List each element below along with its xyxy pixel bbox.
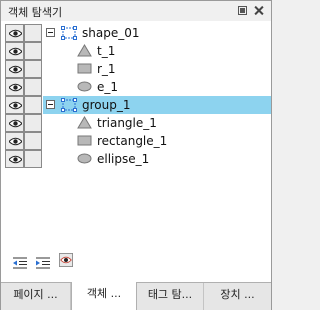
lock-toggle[interactable] [24, 24, 42, 42]
outdent-icon[interactable] [12, 256, 28, 270]
eye-icon [9, 101, 22, 110]
eye-icon [9, 119, 22, 128]
visibility-toggle[interactable] [5, 60, 24, 78]
panel-titlebar: 객체 탐색기 [1, 1, 271, 21]
close-icon[interactable] [254, 6, 263, 15]
ellipse-icon [77, 81, 92, 92]
tree-row-label: e_1 [97, 80, 119, 94]
visibility-toggle[interactable] [5, 42, 24, 60]
visibility-toggle[interactable] [5, 24, 24, 42]
tree-row-label: rectangle_1 [97, 134, 168, 148]
tab-page[interactable]: 페이지 ... [1, 283, 71, 310]
tab-tag-explorer[interactable]: 태그 탐... [137, 283, 204, 310]
visibility-toggle[interactable] [5, 150, 24, 168]
selection-highlight [43, 96, 271, 114]
tree-row-e-1[interactable]: e_1 [1, 78, 271, 96]
eye-icon [9, 65, 22, 74]
restore-icon[interactable] [238, 6, 247, 15]
collapse-icon[interactable] [46, 28, 55, 37]
tab-object[interactable]: 객체 ... [71, 282, 137, 310]
tree-row-r-1[interactable]: r_1 [1, 60, 271, 78]
lock-toggle[interactable] [24, 42, 42, 60]
panel-title: 객체 탐색기 [8, 6, 63, 19]
panel-tabs: 페이지 ... 객체 ... 태그 탐... 장치 ... [1, 282, 271, 310]
visibility-toggle[interactable] [5, 132, 24, 150]
lock-toggle[interactable] [24, 150, 42, 168]
eye-icon [9, 137, 22, 146]
rectangle-icon [77, 63, 92, 74]
tree-row-label: t_1 [97, 44, 116, 58]
eye-icon [9, 29, 22, 38]
tree-row-label: r_1 [97, 62, 116, 76]
tree-row-ellipse-1[interactable]: ellipse_1 [1, 150, 271, 168]
bottom-toolbar [1, 248, 271, 274]
tree-row-triangle-1[interactable]: triangle_1 [1, 114, 271, 132]
triangle-icon [77, 44, 92, 57]
tree-row-label: ellipse_1 [97, 152, 150, 166]
lock-toggle[interactable] [24, 78, 42, 96]
lock-toggle[interactable] [24, 96, 42, 114]
group-icon [61, 98, 77, 112]
object-tree: shape_01 t_1 r_1 e_1 group_1 triangle_1 … [1, 24, 271, 244]
tree-row-group-1[interactable]: group_1 [1, 96, 271, 114]
object-explorer-panel: 객체 탐색기 shape_01 t_1 r_1 e_1 group_1 tria… [0, 0, 272, 310]
eye-icon [9, 155, 22, 164]
eye-icon [9, 47, 22, 56]
tree-row-label: triangle_1 [97, 116, 157, 130]
triangle-icon [77, 116, 92, 129]
collapse-icon[interactable] [46, 100, 55, 109]
lock-toggle[interactable] [24, 114, 42, 132]
group-icon [61, 26, 77, 40]
ellipse-icon [77, 153, 92, 164]
lock-toggle[interactable] [24, 60, 42, 78]
tree-row-rectangle-1[interactable]: rectangle_1 [1, 132, 271, 150]
lock-toggle[interactable] [24, 132, 42, 150]
tree-row-label: group_1 [82, 98, 131, 112]
visibility-toggle[interactable] [5, 78, 24, 96]
eye-icon [9, 83, 22, 92]
indent-icon[interactable] [35, 256, 51, 270]
visibility-toggle[interactable] [5, 114, 24, 132]
tree-row-t-1[interactable]: t_1 [1, 42, 271, 60]
rectangle-icon [77, 135, 92, 146]
tree-row-shape-01[interactable]: shape_01 [1, 24, 271, 42]
visibility-toggle-icon[interactable] [58, 253, 74, 267]
visibility-toggle[interactable] [5, 96, 24, 114]
tab-device[interactable]: 장치 ... [204, 283, 271, 310]
tree-row-label: shape_01 [82, 26, 140, 40]
